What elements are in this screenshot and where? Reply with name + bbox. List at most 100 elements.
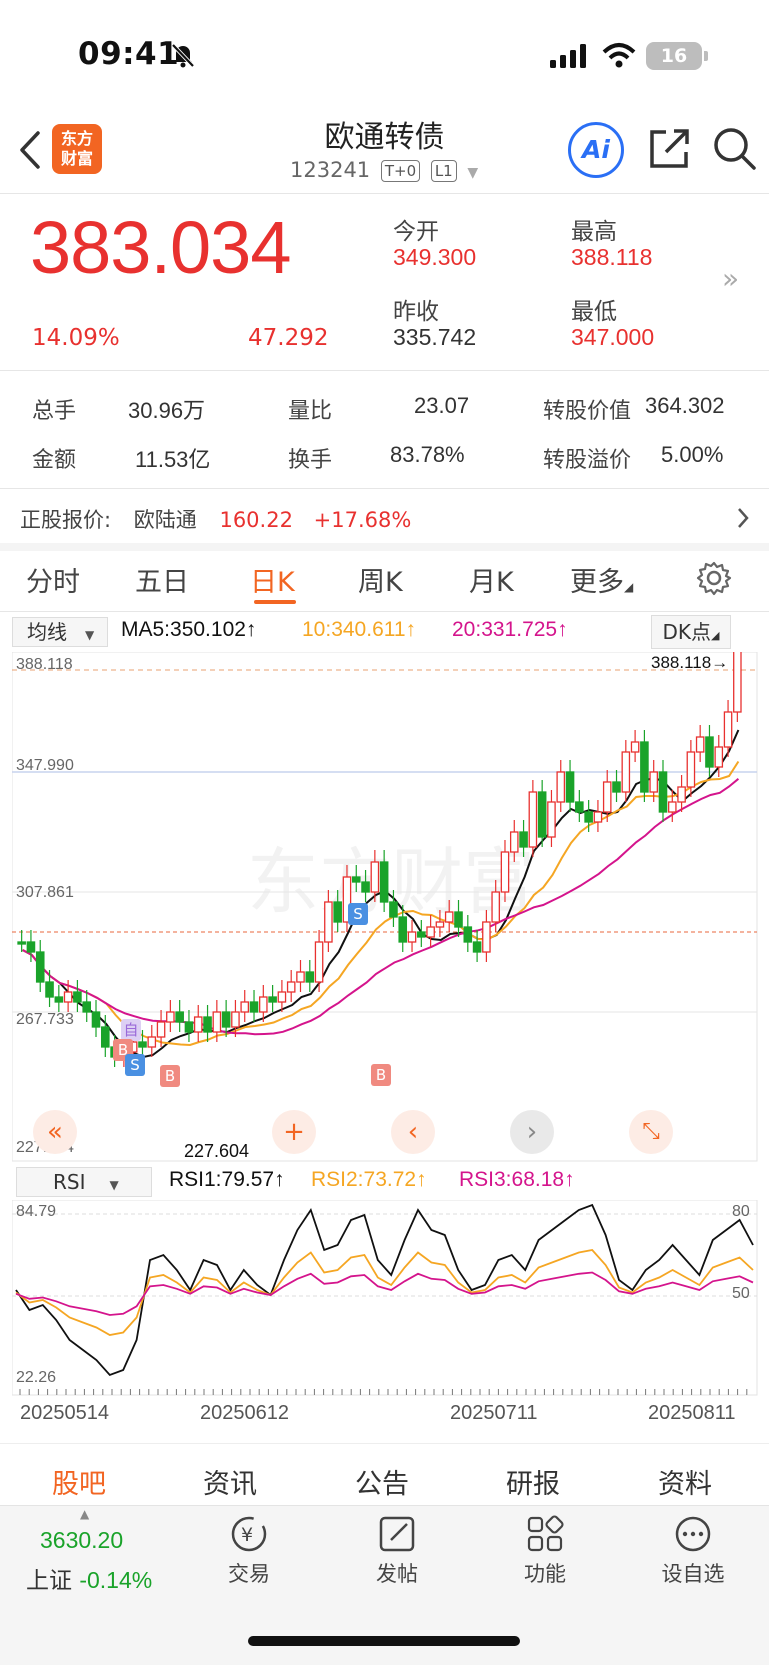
nav-add-watchlist[interactable]: 设自选 bbox=[638, 1514, 748, 1588]
index-change: -0.14% bbox=[79, 1567, 153, 1593]
tab-daily-k[interactable]: 日K bbox=[250, 560, 295, 599]
date-label: 20250811 bbox=[648, 1402, 736, 1424]
open-value: 349.300 bbox=[393, 244, 477, 270]
candle-body bbox=[73, 991, 82, 1003]
home-indicator bbox=[248, 1636, 520, 1646]
signal-buy-marker[interactable]: B bbox=[160, 1065, 180, 1087]
tab-guba[interactable]: 股吧 bbox=[52, 1462, 106, 1501]
conv-value-value: 364.302 bbox=[645, 393, 725, 418]
expand-chevron-icon[interactable]: » bbox=[722, 262, 739, 295]
signal-self-marker[interactable]: 自 bbox=[121, 1019, 141, 1041]
vol-ratio-value: 23.07 bbox=[414, 393, 470, 418]
y-label-max: 388.118 bbox=[16, 656, 73, 673]
nav-post[interactable]: 发帖 bbox=[342, 1514, 452, 1588]
candle-body bbox=[705, 736, 714, 768]
nav-trade[interactable]: ¥ 交易 bbox=[194, 1514, 304, 1588]
candle-body bbox=[203, 1016, 212, 1033]
high-value: 388.118 bbox=[571, 244, 653, 270]
battery-indicator: 16 bbox=[646, 42, 702, 70]
vol-ratio-label: 量比 bbox=[288, 399, 333, 424]
high-label: 最高 bbox=[571, 219, 617, 245]
underlying-name: 欧陆通 bbox=[133, 508, 197, 532]
underlying-label: 正股报价: bbox=[20, 508, 112, 532]
grid-functions-icon bbox=[527, 1515, 564, 1552]
tab-research[interactable]: 研报 bbox=[506, 1462, 560, 1501]
rsi-indicator-select[interactable]: RSI ▼ bbox=[16, 1167, 152, 1197]
tab-monthly-k[interactable]: 月K bbox=[469, 560, 514, 599]
signal-buy-marker[interactable]: B bbox=[371, 1064, 391, 1086]
security-code-row[interactable]: 123241 T+0 L1 ▼ bbox=[290, 158, 478, 182]
step-left-button[interactable]: ‹ bbox=[391, 1110, 435, 1154]
candle-body bbox=[556, 771, 566, 803]
candle-body bbox=[584, 811, 593, 823]
header-divider bbox=[0, 193, 769, 194]
step-right-button[interactable]: › bbox=[510, 1110, 554, 1154]
y-label-2: 347.990 bbox=[16, 757, 74, 774]
turnover-value: 83.78% bbox=[390, 442, 465, 467]
tab-profile[interactable]: 资料 bbox=[658, 1462, 712, 1501]
candle-body bbox=[667, 801, 677, 813]
settings-gear-icon[interactable] bbox=[696, 560, 732, 596]
candle-body bbox=[296, 971, 305, 983]
candle-body bbox=[147, 1036, 157, 1048]
signal-sell-marker[interactable]: S bbox=[125, 1054, 145, 1076]
svg-text:¥: ¥ bbox=[241, 1524, 253, 1546]
search-icon[interactable] bbox=[712, 126, 758, 172]
rsi-ref-50: 50 bbox=[732, 1285, 750, 1302]
ma5-value: MA5:350.102↑ bbox=[121, 618, 257, 641]
tab-announcements[interactable]: 公告 bbox=[355, 1462, 409, 1501]
candle-body bbox=[472, 941, 482, 953]
dk-point-button[interactable]: DK点◢ bbox=[651, 615, 731, 649]
candle-body bbox=[463, 926, 473, 943]
candle-body bbox=[695, 736, 705, 753]
ma20-value: 20:331.725↑ bbox=[452, 618, 568, 641]
index-widget[interactable]: 3630.20 bbox=[40, 1527, 123, 1554]
candle-body bbox=[212, 1011, 222, 1033]
y-label-3: 307.861 bbox=[16, 884, 74, 901]
candle-body bbox=[444, 911, 454, 923]
candle-body bbox=[491, 891, 500, 923]
candle-body bbox=[35, 951, 45, 983]
rsi1-value: RSI1:79.57↑ bbox=[169, 1168, 285, 1191]
candle-body bbox=[249, 1001, 259, 1013]
candle-body bbox=[686, 751, 696, 788]
candle-body bbox=[621, 751, 631, 793]
candle-body bbox=[389, 901, 398, 918]
rsi-ref-80: 80 bbox=[732, 1203, 750, 1220]
fullscreen-button[interactable]: ⤡ bbox=[629, 1110, 673, 1154]
candle-body bbox=[91, 1011, 101, 1028]
underlying-chevron-icon bbox=[738, 508, 749, 528]
nav-functions[interactable]: 功能 bbox=[490, 1514, 600, 1588]
candle-body bbox=[723, 711, 733, 748]
candle-body bbox=[509, 831, 519, 853]
tab-intraday[interactable]: 分时 bbox=[26, 560, 80, 599]
tab-news[interactable]: 资讯 bbox=[203, 1462, 257, 1501]
zoom-in-button[interactable]: + bbox=[272, 1110, 316, 1154]
prev-close-label: 昨收 bbox=[393, 299, 439, 325]
tab-more[interactable]: 更多◢ bbox=[570, 560, 633, 599]
change-percent: 14.09% bbox=[32, 325, 120, 351]
underlying-row[interactable]: 正股报价: 欧陆通 160.22 +17.68% bbox=[20, 504, 760, 534]
share-icon[interactable] bbox=[646, 126, 692, 172]
quote-divider bbox=[0, 370, 769, 371]
signal-sell-marker[interactable]: S bbox=[348, 903, 368, 925]
tab-five-day[interactable]: 五日 bbox=[135, 560, 189, 599]
ai-button[interactable]: Ai bbox=[568, 122, 624, 178]
stats-divider bbox=[0, 488, 769, 489]
date-label: 20250612 bbox=[200, 1402, 289, 1424]
volume-label: 总手 bbox=[32, 399, 77, 424]
candle-body bbox=[370, 861, 380, 893]
turnover-label: 换手 bbox=[288, 448, 333, 473]
candle-body bbox=[26, 941, 36, 953]
volume-value: 30.96万 bbox=[128, 398, 206, 423]
scroll-left-fast-button[interactable]: « bbox=[33, 1110, 77, 1154]
premium-value: 5.00% bbox=[661, 442, 724, 467]
security-code: 123241 bbox=[290, 158, 371, 182]
candle-body bbox=[426, 926, 435, 938]
ma-indicator-select[interactable]: 均线 ▼ bbox=[12, 617, 108, 647]
low-label: 最低 bbox=[571, 299, 617, 325]
rsi-chart[interactable] bbox=[12, 1200, 758, 1396]
candle-body bbox=[231, 1011, 240, 1028]
cellular-signal-icon bbox=[550, 44, 586, 68]
tab-weekly-k[interactable]: 周K bbox=[358, 560, 403, 599]
